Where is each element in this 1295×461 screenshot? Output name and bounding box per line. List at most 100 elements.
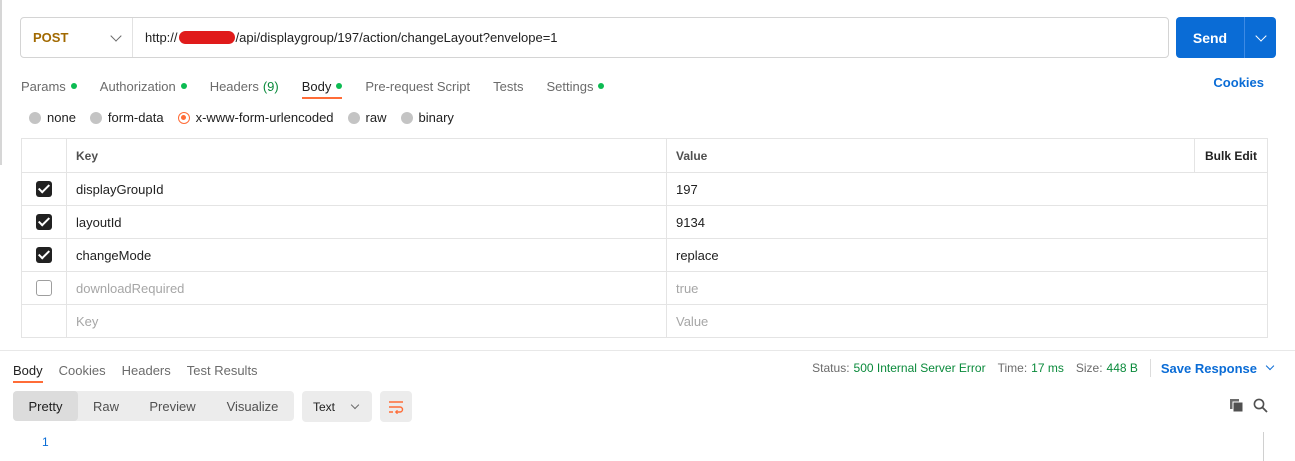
size-label: Size:	[1075, 361, 1103, 375]
tab-body[interactable]: Body	[301, 74, 343, 99]
request-url-bar: POST http:// /api/displaygroup/197/actio…	[20, 17, 1169, 58]
chevron-down-icon	[1254, 29, 1267, 42]
response-tabs: Body Cookies Headers Test Results	[13, 358, 274, 383]
radio-raw[interactable]: raw	[347, 110, 387, 125]
view-mode-group: Pretty Raw Preview Visualize	[13, 391, 294, 421]
url-prefix: http://	[145, 30, 178, 45]
radio-circle	[29, 111, 41, 124]
status-dot	[598, 83, 605, 89]
body-type-radios: none form-data x-www-form-urlencoded raw…	[29, 110, 468, 125]
view-pretty-button[interactable]: Pretty	[13, 391, 78, 421]
size-value[interactable]: 448 B	[1107, 361, 1138, 375]
radio-label: binary	[418, 110, 454, 125]
key-cell[interactable]: changeMode	[67, 239, 667, 271]
status-label: Status:	[812, 361, 850, 375]
status-value[interactable]: 500 Internal Server Error	[854, 361, 986, 375]
response-divider	[0, 350, 1295, 351]
table-row-new: Key Value	[22, 304, 1267, 337]
url-suffix: /api/displaygroup/197/action/changeLayou…	[235, 30, 558, 45]
radio-circle-selected	[177, 111, 190, 124]
url-input[interactable]: http:// /api/displaygroup/197/action/cha…	[133, 30, 558, 45]
chevron-down-icon	[1265, 361, 1275, 371]
response-tab-headers[interactable]: Headers	[122, 358, 171, 382]
format-label: Text	[313, 399, 336, 414]
table-row: layoutId 9134	[22, 205, 1267, 238]
check-cell	[22, 206, 67, 238]
key-cell[interactable]: layoutId	[67, 206, 667, 238]
view-visualize-button[interactable]: Visualize	[211, 391, 294, 421]
response-tab-cookies[interactable]: Cookies	[59, 358, 106, 382]
tab-label: Tests	[493, 78, 524, 94]
request-tabs: Params Authorization Headers (9) Body Pre…	[21, 74, 627, 99]
save-response-label: Save Response	[1160, 360, 1257, 376]
value-cell[interactable]: 197	[667, 173, 1267, 205]
tab-authorization[interactable]: Authorization	[100, 74, 187, 98]
row-checkbox[interactable]	[36, 280, 52, 296]
line-number: 1	[42, 435, 49, 449]
view-preview-button[interactable]: Preview	[134, 391, 211, 421]
value-cell[interactable]: 9134	[667, 206, 1267, 238]
radio-x-www-form-urlencoded[interactable]: x-www-form-urlencoded	[177, 110, 334, 125]
radio-binary[interactable]: binary	[400, 110, 454, 125]
row-checkbox[interactable]	[36, 214, 52, 230]
new-key-input[interactable]: Key	[67, 305, 667, 337]
send-button[interactable]: Send	[1176, 30, 1244, 46]
format-select[interactable]: Text	[302, 391, 372, 422]
bulk-edit-button[interactable]: Bulk Edit	[1194, 139, 1267, 172]
radio-label: form-data	[107, 110, 164, 125]
tab-tests[interactable]: Tests	[493, 74, 523, 98]
header-check-cell	[22, 139, 67, 172]
radio-circle	[89, 111, 102, 124]
row-checkbox[interactable]	[36, 247, 52, 263]
key-cell[interactable]: downloadRequired	[67, 272, 667, 304]
send-button-group: Send	[1176, 17, 1276, 58]
tab-headers[interactable]: Headers (9)	[210, 74, 279, 98]
cookies-link[interactable]: Cookies	[1213, 75, 1264, 90]
view-raw-button[interactable]: Raw	[78, 391, 134, 421]
check-cell	[22, 305, 67, 337]
meta-divider	[1149, 359, 1151, 377]
value-cell[interactable]: replace	[667, 239, 1267, 271]
key-cell[interactable]: displayGroupId	[67, 173, 667, 205]
time-value[interactable]: 17 ms	[1031, 361, 1064, 375]
save-response-button[interactable]: Save Response	[1160, 360, 1275, 376]
wrap-lines-button[interactable]	[380, 391, 412, 422]
copy-icon[interactable]	[1229, 398, 1244, 416]
new-value-input[interactable]: Value	[667, 305, 1267, 337]
response-tab-body[interactable]: Body	[13, 358, 43, 383]
tab-settings[interactable]: Settings	[546, 74, 605, 98]
send-options-button[interactable]	[1245, 29, 1276, 42]
radio-form-data[interactable]: form-data	[89, 110, 164, 125]
value-cell[interactable]: true	[667, 272, 1267, 304]
radio-none[interactable]: none	[29, 110, 76, 125]
radio-label: none	[47, 110, 76, 125]
column-header-key: Key	[67, 139, 667, 172]
response-tab-test-results[interactable]: Test Results	[187, 358, 258, 382]
response-meta: Status: 500 Internal Server Error Time: 17…	[812, 359, 1275, 377]
body-params-table: Key Value Bulk Edit displayGroupId 197 l…	[21, 138, 1268, 338]
radio-circle	[400, 111, 413, 124]
status-info: Status: 500 Internal Server Error	[812, 361, 985, 375]
tab-params[interactable]: Params	[21, 74, 77, 98]
column-header-value: Value	[676, 148, 708, 163]
tab-label: Body	[301, 78, 332, 94]
search-icon[interactable]	[1253, 398, 1268, 416]
wrap-lines-icon	[389, 400, 404, 414]
tab-pre-request-script[interactable]: Pre-request Script	[365, 74, 470, 98]
tab-label: Headers	[209, 78, 259, 94]
row-checkbox[interactable]	[36, 181, 52, 197]
radio-circle	[347, 111, 360, 124]
editor-scrollbar[interactable]	[1263, 432, 1264, 461]
search-icon-svg	[1253, 398, 1268, 413]
status-dot	[70, 83, 77, 89]
time-label: Time:	[997, 361, 1028, 375]
time-info: Time: 17 ms	[998, 361, 1064, 375]
tab-label: Authorization	[99, 78, 176, 94]
chevron-down-icon	[110, 29, 122, 42]
method-select[interactable]: POST	[21, 18, 133, 57]
table-row: changeMode replace	[22, 238, 1267, 271]
chevron-down-icon	[350, 400, 360, 409]
copy-icon-svg	[1230, 399, 1244, 413]
method-label: POST	[33, 30, 69, 45]
size-info: Size: 448 B	[1076, 361, 1138, 375]
